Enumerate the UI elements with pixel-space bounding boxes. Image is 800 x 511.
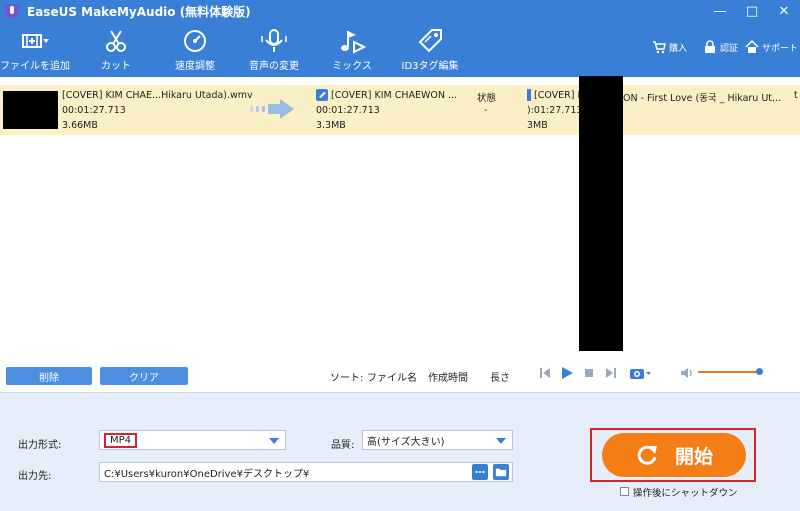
cut-label: カット	[101, 61, 131, 72]
volume-slider[interactable]	[698, 371, 760, 373]
minimize-button[interactable]: —	[704, 0, 736, 22]
add-file-icon	[22, 34, 49, 48]
mix-label: ミックス	[332, 61, 372, 72]
music-note-icon	[341, 31, 366, 54]
id3-tag-button[interactable]: ID3タグ編集	[401, 28, 459, 72]
cut-button[interactable]: カット	[96, 28, 136, 72]
output-size: 3.3MB	[316, 120, 346, 131]
speed-dial-icon	[184, 30, 206, 52]
tag-icon	[418, 29, 442, 53]
shutdown-label: 操作後にシャットダウン	[633, 488, 738, 499]
quality-select[interactable]: 高(サイズ大きい)	[362, 430, 513, 450]
stop-icon[interactable]	[582, 366, 596, 380]
source-duration: 00:01:27.713	[62, 105, 126, 116]
sort-by-date[interactable]: 作成時間	[428, 369, 468, 384]
edit-output-icon[interactable]	[316, 89, 328, 101]
status-label: 状態	[477, 93, 497, 104]
delete-button[interactable]: 削除	[6, 367, 92, 385]
sort-label: ソート:	[330, 373, 364, 384]
home-icon	[745, 40, 759, 53]
output-format-label: 出力形式:	[18, 440, 62, 451]
second-duration: ):01:27.713	[527, 105, 583, 116]
second-size: 3MB	[527, 120, 548, 131]
purchase-label: 購入	[669, 43, 688, 54]
output-file-name: [COVER] KIM CHAEWON ...	[331, 90, 458, 101]
start-button[interactable]: 開始	[602, 433, 746, 477]
lock-icon	[705, 40, 715, 53]
scissors-icon	[106, 30, 126, 52]
more-dots-icon	[475, 470, 485, 474]
redaction-block	[579, 76, 623, 351]
shutdown-checkbox[interactable]	[620, 487, 629, 496]
destination-value: C:¥Users¥kuron¥OneDrive¥デスクトップ¥	[104, 468, 310, 480]
voice-change-label: 音声の変更	[249, 61, 299, 72]
start-label: 開始	[674, 445, 713, 468]
speed-label: 速度調整	[175, 61, 215, 72]
support-link[interactable]: サポート	[745, 40, 798, 54]
main-toolbar: ファイルを追加 カット 速度調整 音声の変更 ミックス ID3タグ編集 購入 認…	[0, 22, 800, 77]
quality-label: 品質:	[331, 440, 355, 451]
list-controls: 削除 クリア ソート: ファイル名 作成時間 長さ	[0, 360, 800, 392]
folder-icon	[495, 468, 507, 477]
skip-forward-icon[interactable]	[604, 366, 618, 380]
window-title: EaseUS MakeMyAudio (無料体験版)	[27, 4, 251, 19]
refresh-icon	[637, 445, 657, 465]
output-format-value: MP4	[104, 432, 138, 448]
title-bar: EaseUS MakeMyAudio (無料体験版) — □ ✕	[0, 0, 800, 22]
browse-button[interactable]	[472, 464, 488, 480]
sort-by-name[interactable]: ファイル名	[367, 369, 417, 384]
second-file-name: [COVER] K	[534, 90, 584, 101]
quality-value: 高(サイズ大きい)	[367, 436, 445, 448]
destination-label: 出力先:	[18, 471, 52, 482]
status-value: -	[484, 105, 488, 116]
output-duration: 00:01:27.713	[316, 105, 380, 116]
play-icon[interactable]	[560, 366, 574, 380]
second-file-name-tail: ON - First Love (동국 _ Hikaru Ut...	[623, 93, 782, 104]
app-logo-icon	[5, 4, 19, 18]
source-thumbnail	[3, 91, 58, 129]
microphone-icon	[261, 29, 287, 52]
support-label: サポート	[762, 43, 799, 54]
add-file-label: ファイルを追加	[0, 61, 70, 72]
activate-label: 認証	[720, 43, 739, 54]
selection-marker	[527, 89, 531, 101]
chevron-down-icon	[269, 438, 279, 444]
source-file-name: [COVER] KIM CHAE...Hikaru Utada).wmv	[62, 90, 253, 101]
file-list-row[interactable]: [COVER] KIM CHAE...Hikaru Utada).wmv 00:…	[0, 85, 800, 135]
activate-link[interactable]: 認証	[703, 40, 738, 54]
close-button[interactable]: ✕	[768, 0, 800, 22]
convert-arrow-icon	[250, 99, 294, 119]
volume-slider-knob[interactable]	[756, 368, 763, 375]
speed-button[interactable]: 速度調整	[170, 28, 220, 72]
skip-back-icon[interactable]	[538, 366, 552, 380]
add-file-button[interactable]: ファイルを追加	[0, 28, 70, 72]
volume-icon[interactable]	[680, 366, 694, 380]
output-format-select[interactable]: MP4	[99, 430, 286, 450]
purchase-link[interactable]: 購入	[652, 40, 687, 54]
clear-button[interactable]: クリア	[100, 367, 188, 385]
source-size: 3.66MB	[62, 120, 98, 131]
player-controls	[538, 366, 652, 380]
id3-tag-label: ID3タグ編集	[401, 61, 459, 72]
maximize-button[interactable]: □	[736, 0, 768, 22]
truncated-edge-text: t	[794, 90, 798, 101]
sort-by-length[interactable]: 長さ	[490, 369, 510, 384]
mix-button[interactable]: ミックス	[332, 28, 372, 72]
open-folder-button[interactable]	[493, 464, 509, 480]
chevron-down-icon	[496, 438, 506, 444]
destination-field[interactable]: C:¥Users¥kuron¥OneDrive¥デスクトップ¥	[99, 462, 513, 482]
camera-icon[interactable]	[628, 366, 652, 380]
cart-icon	[653, 41, 666, 54]
voice-change-button[interactable]: 音声の変更	[246, 28, 302, 72]
